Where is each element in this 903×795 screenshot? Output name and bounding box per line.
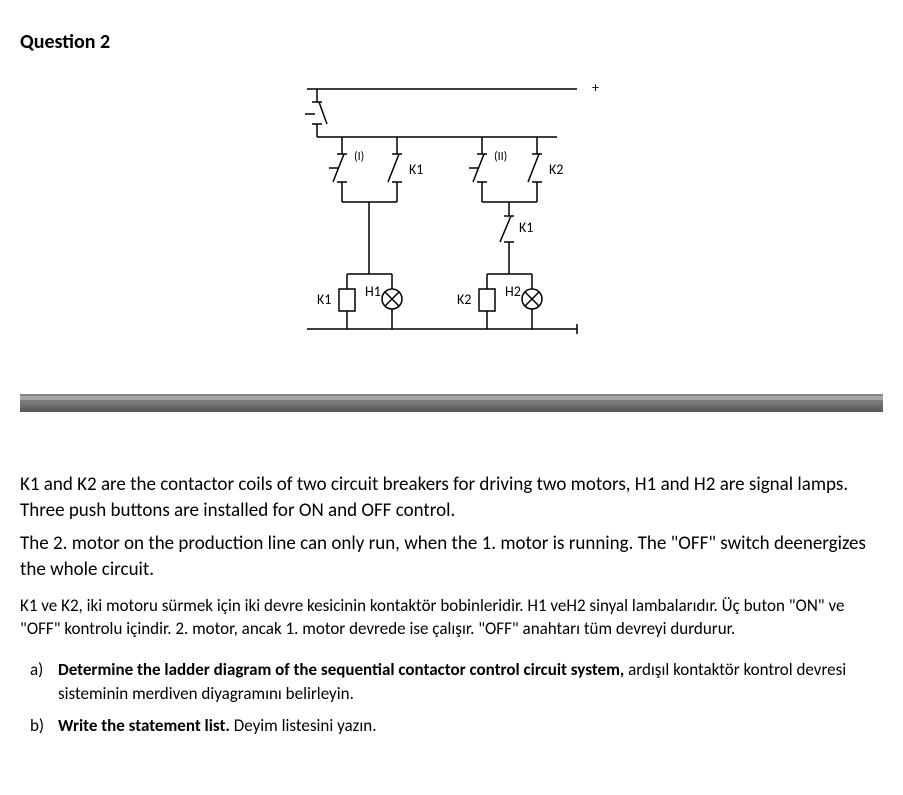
item-a-bold: Determine the ladder diagram of the sequ… bbox=[58, 659, 624, 680]
circuit-diagram: + (I) K1 bbox=[20, 74, 883, 354]
marker-b: b) bbox=[30, 714, 44, 738]
label-k1-right: K1 bbox=[409, 161, 423, 178]
paragraph-2: The 2. motor on the production line can … bbox=[20, 531, 883, 582]
item-b-bold: Write the statement list. bbox=[58, 715, 230, 736]
question-title: Question 2 bbox=[20, 30, 883, 54]
label-h1: H1 bbox=[365, 283, 381, 300]
label-k1-coil: K1 bbox=[317, 291, 331, 308]
label-k2-right: K2 bbox=[549, 161, 563, 178]
question-list: a) Determine the ladder diagram of the s… bbox=[20, 658, 883, 737]
label-k2-coil: K2 bbox=[457, 291, 471, 308]
item-b-rest: Deyim listesini yazın. bbox=[230, 715, 377, 736]
question-item-a: a) Determine the ladder diagram of the s… bbox=[58, 658, 883, 706]
section-divider bbox=[20, 394, 883, 412]
marker-a: a) bbox=[30, 658, 43, 682]
paragraph-3: K1 ve K2, iki motoru sürmek için iki dev… bbox=[20, 595, 883, 641]
label-h2: H2 bbox=[505, 283, 521, 300]
label-two: (II) bbox=[494, 150, 507, 164]
label-k1-lower: K1 bbox=[519, 219, 533, 236]
label-one: (I) bbox=[354, 150, 364, 164]
plus-label: + bbox=[592, 79, 599, 96]
paragraph-1: K1 and K2 are the contactor coils of two… bbox=[20, 472, 883, 523]
question-item-b: b) Write the statement list. Deyim liste… bbox=[58, 714, 883, 738]
